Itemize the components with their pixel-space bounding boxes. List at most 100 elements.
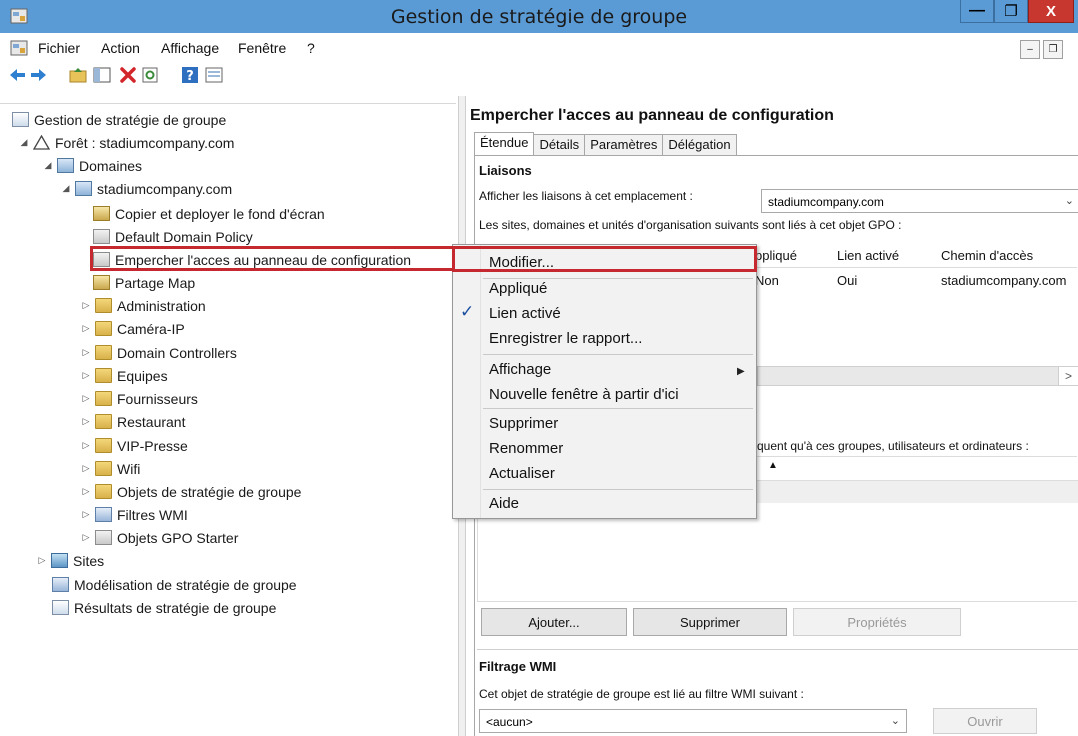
minimize-icon: — <box>969 2 985 19</box>
security-filter-info: quent qu'à ces groupes, utilisateurs et … <box>757 439 1029 453</box>
chevron-down-icon: ⌄ <box>890 715 900 727</box>
menu-fichier[interactable]: Fichier <box>38 40 80 56</box>
tree-node-ou[interactable]: ▷ VIP-Presse <box>80 434 188 457</box>
remove-button[interactable]: Supprimer <box>633 608 787 636</box>
tree-node-label: stadiumcompany.com <box>97 180 233 197</box>
show-hide-tree-icon[interactable] <box>92 65 112 85</box>
tree-node-ou[interactable]: ▷ Equipes <box>80 364 168 387</box>
modifier-highlight <box>452 246 757 272</box>
tree-node-ou[interactable]: ▷ Wifi <box>80 457 141 480</box>
menu-separator <box>483 489 753 490</box>
tab-delegation[interactable]: Délégation <box>662 134 737 156</box>
domains-folder-icon <box>57 158 74 173</box>
tab-etendue[interactable]: Étendue <box>474 132 535 156</box>
expand-arrow-icon[interactable]: ▷ <box>80 509 92 520</box>
menu-item-lien-active[interactable]: Lien activé <box>489 305 561 329</box>
help-icon[interactable]: ? <box>180 65 200 85</box>
menu-item-affichage[interactable]: Affichage <box>489 361 551 385</box>
expand-arrow-icon[interactable]: ▷ <box>80 532 92 543</box>
menu-item-nouvelle-fenetre[interactable]: Nouvelle fenêtre à partir d'ici <box>489 386 679 410</box>
properties-pane-icon[interactable] <box>204 65 224 85</box>
sort-ascending-icon[interactable]: ▲ <box>768 460 778 471</box>
menu-affichage[interactable]: Affichage <box>161 40 219 56</box>
results-icon <box>52 600 69 615</box>
title-bar: Gestion de stratégie de groupe — ❐ X <box>0 0 1078 33</box>
tree-node-wmi-filters[interactable]: ▷ Filtres WMI <box>80 503 188 526</box>
menu-action[interactable]: Action <box>101 40 140 56</box>
minimize-button[interactable]: — <box>960 0 994 23</box>
tree-node-ou[interactable]: ▷ Domain Controllers <box>80 341 237 364</box>
tree-node-ou[interactable]: ▷ Fournisseurs <box>80 387 198 410</box>
expand-arrow-icon[interactable]: ▷ <box>80 416 92 427</box>
properties-button[interactable]: Propriétés <box>793 608 961 636</box>
section-divider <box>477 649 1078 650</box>
maximize-button[interactable]: ❐ <box>994 0 1028 23</box>
expand-arrow-icon[interactable]: ▷ <box>80 486 92 497</box>
links-horizontal-scrollbar[interactable]: > <box>757 366 1078 386</box>
tab-details[interactable]: Détails <box>533 134 586 156</box>
mdi-minimize-button[interactable]: – <box>1020 40 1040 59</box>
menu-fenetre[interactable]: Fenêtre <box>238 40 286 56</box>
close-button[interactable]: X <box>1028 0 1074 23</box>
open-wmi-button[interactable]: Ouvrir <box>933 708 1037 734</box>
collapse-arrow-icon[interactable]: ◢ <box>18 137 30 148</box>
menu-item-actualiser[interactable]: Actualiser <box>489 465 555 489</box>
collapse-arrow-icon[interactable]: ◢ <box>60 183 72 194</box>
wmi-section-title: Filtrage WMI <box>479 659 557 674</box>
links-location-value: stadiumcompany.com <box>768 195 884 209</box>
console-menu-icon[interactable] <box>10 39 28 57</box>
column-header-path[interactable]: Chemin d'accès <box>941 248 1033 263</box>
expand-arrow-icon[interactable]: ▷ <box>80 393 92 404</box>
delete-icon[interactable] <box>118 65 138 85</box>
tree-node-partage-map[interactable]: Partage Map <box>93 271 195 294</box>
expand-arrow-icon[interactable]: ▷ <box>80 370 92 381</box>
collapse-arrow-icon[interactable]: ◢ <box>42 160 54 171</box>
tree-node-label: Résultats de stratégie de groupe <box>74 599 277 616</box>
menu-item-enregistrer-rapport[interactable]: Enregistrer le rapport... <box>489 330 642 354</box>
path-cell: stadiumcompany.com <box>941 273 1067 288</box>
add-button[interactable]: Ajouter... <box>481 608 627 636</box>
tree-node-label: Fournisseurs <box>117 390 198 407</box>
tab-parametres[interactable]: Paramètres <box>584 134 664 156</box>
tree-node-domain[interactable]: ◢ stadiumcompany.com <box>60 177 233 200</box>
tree-node-default-domain-policy[interactable]: Default Domain Policy <box>93 225 253 248</box>
tree-node-modeling[interactable]: Modélisation de stratégie de groupe <box>52 573 297 596</box>
menu-item-applique[interactable]: Appliqué <box>489 280 547 304</box>
refresh-icon[interactable] <box>140 65 160 85</box>
expand-arrow-icon[interactable]: ▷ <box>80 300 92 311</box>
tree-node-gpo-container[interactable]: ▷ Objets de stratégie de groupe <box>80 480 302 503</box>
tree-node-ou[interactable]: ▷ Caméra-IP <box>80 317 185 340</box>
links-location-combo[interactable]: stadiumcompany.com ⌄ <box>761 189 1078 213</box>
menu-item-supprimer[interactable]: Supprimer <box>489 415 558 439</box>
up-folder-icon[interactable] <box>68 65 88 85</box>
tree-node-ou[interactable]: ▷ Administration <box>80 294 206 317</box>
close-icon: X <box>1045 2 1056 20</box>
expand-arrow-icon[interactable]: ▷ <box>80 463 92 474</box>
tree-node-starter-gpos[interactable]: ▷ Objets GPO Starter <box>80 526 239 549</box>
tree-node-gpmc-root[interactable]: Gestion de stratégie de groupe <box>12 108 226 131</box>
menu-separator <box>483 354 753 355</box>
wmi-filter-combo[interactable]: <aucun> ⌄ <box>479 709 907 733</box>
tree-node-ou[interactable]: ▷ Restaurant <box>80 410 186 433</box>
menu-item-aide[interactable]: Aide <box>489 495 519 519</box>
menu-help[interactable]: ? <box>307 40 315 56</box>
tree-node-domains[interactable]: ◢ Domaines <box>42 154 143 177</box>
expand-arrow-icon[interactable]: ▷ <box>36 555 48 566</box>
expand-arrow-icon[interactable]: ▷ <box>80 347 92 358</box>
expand-arrow-icon[interactable]: ▷ <box>80 323 92 334</box>
column-header-link-enabled[interactable]: Lien activé <box>837 248 899 263</box>
menu-item-renommer[interactable]: Renommer <box>489 440 563 464</box>
tree-node-sites[interactable]: ▷ Sites <box>36 549 105 572</box>
tree-node-label: Partage Map <box>115 274 196 291</box>
scroll-right-icon[interactable]: > <box>1058 367 1078 385</box>
tree-node-gpo-wallpaper[interactable]: Copier et deployer le fond d'écran <box>93 202 325 225</box>
tree-node-label: Restaurant <box>117 413 186 430</box>
ou-folder-icon <box>95 368 112 383</box>
column-header-applied[interactable]: ppliqué <box>755 248 797 263</box>
back-icon[interactable] <box>8 65 28 85</box>
mdi-restore-button[interactable]: ❐ <box>1043 40 1063 59</box>
tree-node-forest[interactable]: ◢ Forêt : stadiumcompany.com <box>18 131 235 154</box>
tree-node-results[interactable]: Résultats de stratégie de groupe <box>52 596 276 619</box>
expand-arrow-icon[interactable]: ▷ <box>80 440 92 451</box>
forward-icon[interactable] <box>28 65 48 85</box>
